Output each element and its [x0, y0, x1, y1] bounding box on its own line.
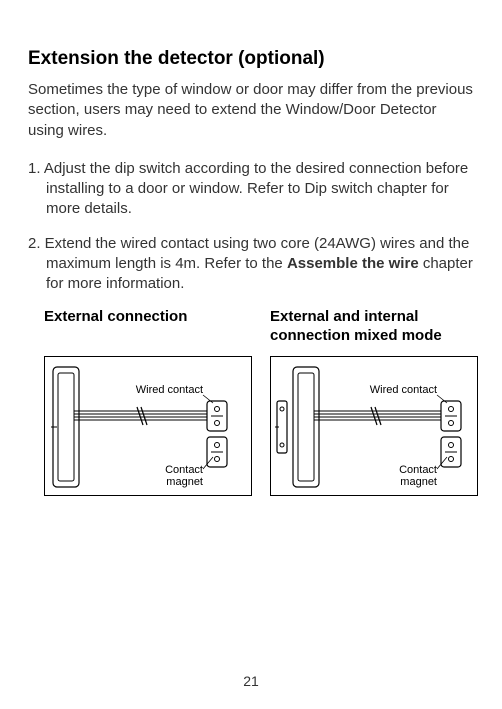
section-title: Extension the detector (optional): [28, 48, 474, 70]
label-magnet-left-1: Contact: [165, 464, 203, 476]
step-1: 1. Adjust the dip switch according to th…: [28, 159, 474, 220]
step-2-bold: Assemble the wire: [287, 255, 419, 272]
label-wired-right: Wired contact: [370, 384, 437, 396]
diagram-heading-left: External connection: [44, 308, 252, 348]
diagram-heading-right: External and internal connection mixed m…: [270, 308, 478, 348]
label-magnet-left-2: magnet: [166, 476, 203, 488]
label-magnet-right-2: magnet: [400, 476, 437, 488]
diagram-external-connection: Wired contact Contact magnet: [44, 356, 252, 496]
page-number: 21: [0, 673, 502, 689]
step-2: 2. Extend the wired contact using two co…: [28, 234, 474, 295]
label-wired-left: Wired contact: [136, 384, 203, 396]
diagram-col-right: External and internal connection mixed m…: [270, 308, 478, 496]
diagram-mixed-mode: Wired contact Contact magnet: [270, 356, 478, 496]
label-magnet-right-1: Contact: [399, 464, 437, 476]
diagram-col-left: External connection: [44, 308, 252, 496]
intro-paragraph: Sometimes the type of window or door may…: [28, 80, 474, 141]
diagrams-row: External connection: [28, 308, 474, 496]
